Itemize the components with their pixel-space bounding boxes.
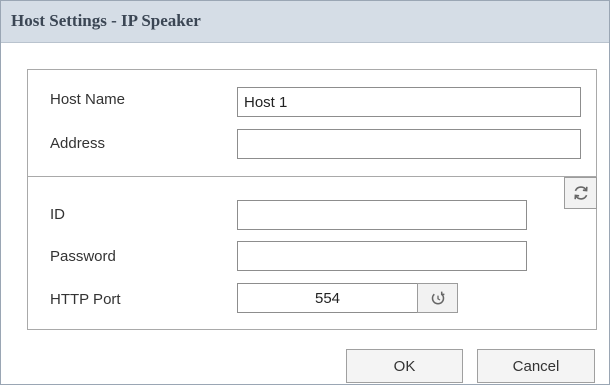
ok-button[interactable]: OK (346, 349, 463, 383)
address-input[interactable] (237, 129, 581, 159)
cancel-button[interactable]: Cancel (477, 349, 595, 383)
id-input[interactable] (237, 200, 527, 230)
refresh-icon (573, 186, 588, 200)
dialog-titlebar: Host Settings - IP Speaker (1, 1, 609, 43)
http-port-label: HTTP Port (50, 291, 121, 308)
host-settings-dialog: Host Settings - IP Speaker Host Name Add… (0, 0, 610, 385)
host-name-label: Host Name (50, 91, 126, 108)
address-label: Address (50, 135, 106, 152)
host-info-group (27, 69, 597, 177)
password-label: Password (50, 248, 116, 265)
reset-port-button[interactable] (417, 283, 458, 313)
id-label: ID (50, 206, 65, 223)
reset-port-icon (431, 291, 444, 305)
refresh-button[interactable] (564, 177, 597, 209)
http-port-input[interactable] (237, 283, 418, 313)
password-input[interactable] (237, 241, 527, 271)
dialog-title: Host Settings - IP Speaker (11, 11, 201, 30)
host-name-input[interactable] (237, 87, 581, 117)
